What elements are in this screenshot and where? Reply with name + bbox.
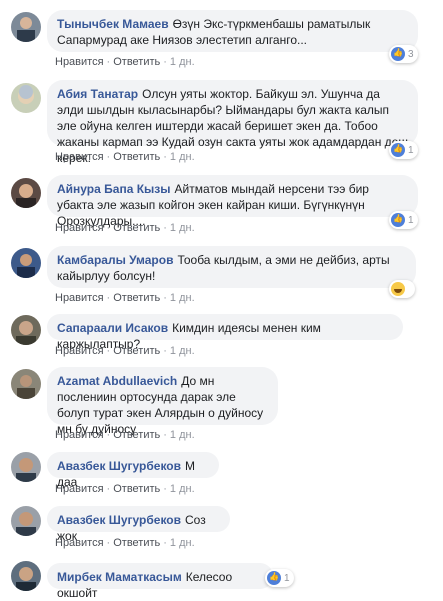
reaction-badge[interactable]: 1 xyxy=(389,211,418,229)
timestamp[interactable]: 1 дн. xyxy=(170,151,195,163)
timestamp[interactable]: 1 дн. xyxy=(170,56,195,68)
like-icon xyxy=(391,213,405,227)
reply-link[interactable]: Ответить xyxy=(113,56,160,68)
comment-author[interactable]: Камбаралы Умаров xyxy=(57,253,173,267)
comment-bubble: Azamat Abdullaevich До мн послениин ортос… xyxy=(47,367,278,436)
comment-bubble: Авазбек Шугурбеков М даа xyxy=(47,452,219,489)
reply-link[interactable]: Ответить xyxy=(113,537,160,549)
avatar[interactable] xyxy=(11,315,41,345)
reaction-count: 3 xyxy=(408,48,414,60)
avatar[interactable] xyxy=(11,561,41,591)
avatar[interactable] xyxy=(11,12,41,42)
comment-author[interactable]: Авазбек Шугурбеков xyxy=(57,513,181,527)
reply-link[interactable]: Ответить xyxy=(113,483,160,495)
like-link[interactable]: Нравится xyxy=(55,537,104,549)
comment-actions: Нравится · Ответить · 1 дн. xyxy=(55,56,195,68)
reaction-count: 1 xyxy=(408,214,414,226)
comment-actions: Нравится · Ответить · 1 дн. xyxy=(55,345,195,357)
like-link[interactable]: Нравится xyxy=(55,222,104,234)
reply-link[interactable]: Ответить xyxy=(113,222,160,234)
comment-author[interactable]: Сапараали Исаков xyxy=(57,321,168,335)
comment-bubble: Тынычбек Мамаев Өзүн Экс-түркменбашы рама… xyxy=(47,10,418,52)
reply-link[interactable]: Ответить xyxy=(113,429,160,441)
reaction-count: 1 xyxy=(284,572,290,584)
comment-bubble: Айнура Бапа Кызы Айтматов мындай нерсени … xyxy=(47,175,418,228)
comment-actions: Нравится · Ответить · 1 дн. xyxy=(55,292,195,304)
like-link[interactable]: Нравится xyxy=(55,429,104,441)
reply-link[interactable]: Ответить xyxy=(113,151,160,163)
avatar[interactable] xyxy=(11,506,41,536)
avatar[interactable] xyxy=(11,248,41,278)
comment-author[interactable]: Мирбек Маматкасым xyxy=(57,570,182,584)
comment-author[interactable]: Абия Танатар xyxy=(57,87,138,101)
comment-bubble: Абия Танатар Олсун уяты жоктор. Байкуш эл… xyxy=(47,80,418,165)
reaction-badge[interactable]: 1 xyxy=(389,141,418,159)
avatar[interactable] xyxy=(11,178,41,208)
comment-bubble: Камбаралы Умаров Тооба кылдым, а эми не д… xyxy=(47,246,416,288)
reply-link[interactable]: Ответить xyxy=(113,345,160,357)
like-link[interactable]: Нравится xyxy=(55,151,104,163)
like-icon xyxy=(391,47,405,61)
like-icon xyxy=(267,571,281,585)
reaction-badge[interactable]: 1 xyxy=(265,569,294,587)
comment-actions: Нравится · Ответить · 1 дн. xyxy=(55,222,195,234)
comment-actions: Нравится · Ответить · 1 дн. xyxy=(55,429,195,441)
timestamp[interactable]: 1 дн. xyxy=(170,483,195,495)
reaction-badge[interactable]: 3 xyxy=(389,45,418,63)
haha-icon xyxy=(391,282,405,296)
comment-actions: Нравится · Ответить · 1 дн. xyxy=(55,483,195,495)
comment-actions: Нравится · Ответить · 1 дн. xyxy=(55,537,195,549)
timestamp[interactable]: 1 дн. xyxy=(170,429,195,441)
avatar[interactable] xyxy=(11,452,41,482)
like-link[interactable]: Нравится xyxy=(55,56,104,68)
timestamp[interactable]: 1 дн. xyxy=(170,222,195,234)
reaction-badge[interactable] xyxy=(389,280,415,298)
comment-bubble: Авазбек Шугурбеков Соз жок xyxy=(47,506,230,543)
timestamp[interactable]: 1 дн. xyxy=(170,345,195,357)
like-link[interactable]: Нравится xyxy=(55,345,104,357)
reply-link[interactable]: Ответить xyxy=(113,292,160,304)
timestamp[interactable]: 1 дн. xyxy=(170,292,195,304)
reaction-count: 1 xyxy=(408,144,414,156)
comment-author[interactable]: Айнура Бапа Кызы xyxy=(57,182,170,196)
comment-author[interactable]: Azamat Abdullaevich xyxy=(57,374,177,388)
like-link[interactable]: Нравится xyxy=(55,292,104,304)
comment-actions: Нравится · Ответить · 1 дн. xyxy=(55,151,195,163)
comment-bubble: Сапараали Исаков Кимдин идеясы менен ким … xyxy=(47,314,403,351)
comment-author[interactable]: Авазбек Шугурбеков xyxy=(57,459,181,473)
comment-author[interactable]: Тынычбек Мамаев xyxy=(57,17,169,31)
avatar[interactable] xyxy=(11,83,41,113)
like-link[interactable]: Нравится xyxy=(55,483,104,495)
avatar[interactable] xyxy=(11,369,41,399)
timestamp[interactable]: 1 дн. xyxy=(170,537,195,549)
comment-bubble: Мирбек Маматкасым Келесоо окшойт xyxy=(47,563,273,600)
like-icon xyxy=(391,143,405,157)
